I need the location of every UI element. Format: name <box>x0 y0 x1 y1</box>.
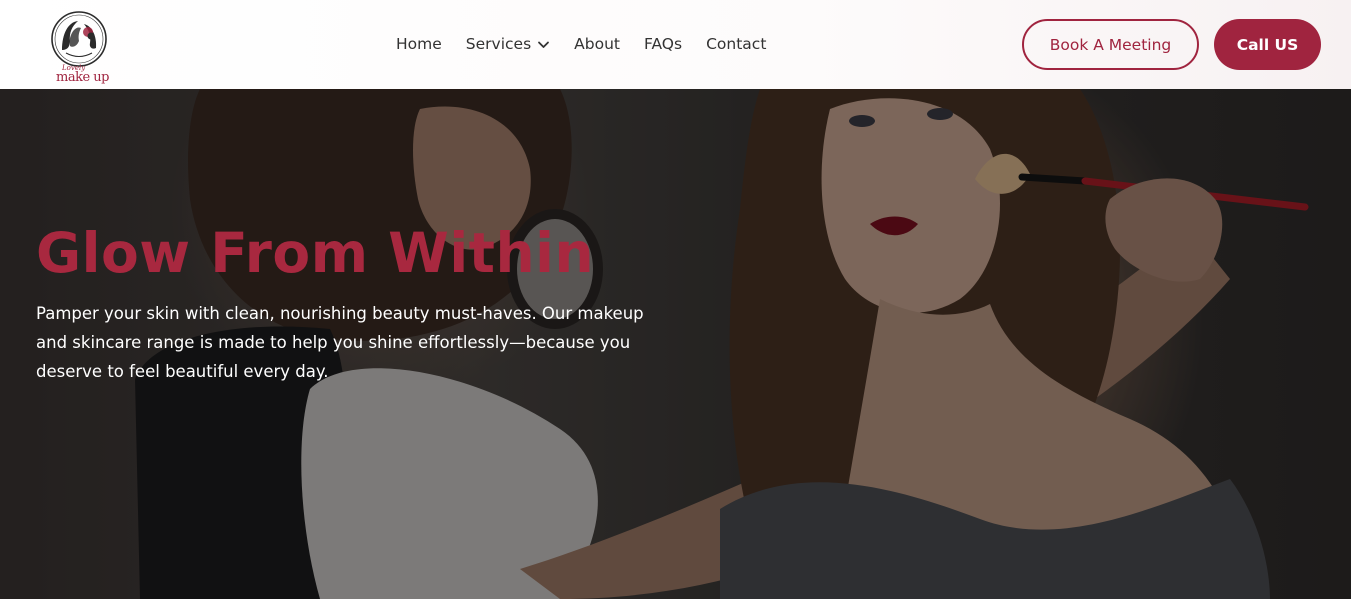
nav-about-label: About <box>574 35 620 53</box>
nav-home[interactable]: Home <box>396 33 442 55</box>
nav-about[interactable]: About <box>574 33 620 55</box>
nav-faqs-label: FAQs <box>643 35 683 53</box>
nav-home-label: Home <box>396 35 442 53</box>
hero-title: Glow From Within <box>36 221 595 285</box>
nav-contact[interactable]: Contact <box>706 33 766 55</box>
hero-description: Pamper your skin with clean, nourishing … <box>36 304 644 381</box>
chevron-down-icon <box>538 41 550 48</box>
nav-services[interactable]: Services <box>466 33 550 55</box>
main-nav: Home Services About FAQs Contact <box>396 33 766 55</box>
nav-faqs[interactable]: FAQs <box>644 33 682 55</box>
logo-wordmark: make up <box>56 70 109 85</box>
call-us-button[interactable]: Call US <box>1214 19 1321 70</box>
site-header: Lovely make up Home Services About FAQs … <box>0 0 1351 89</box>
book-meeting-button[interactable]: Book A Meeting <box>1022 19 1199 70</box>
hero-section: Glow From Within Pamper your skin with c… <box>0 89 1351 599</box>
nav-services-label: Services <box>465 35 532 53</box>
nav-contact-label: Contact <box>706 35 767 53</box>
page: Lovely make up Home Services About FAQs … <box>0 0 1351 599</box>
brand-logo[interactable]: Lovely make up <box>48 8 110 88</box>
book-meeting-label: Book A Meeting <box>1049 35 1172 54</box>
call-us-label: Call US <box>1236 35 1299 54</box>
